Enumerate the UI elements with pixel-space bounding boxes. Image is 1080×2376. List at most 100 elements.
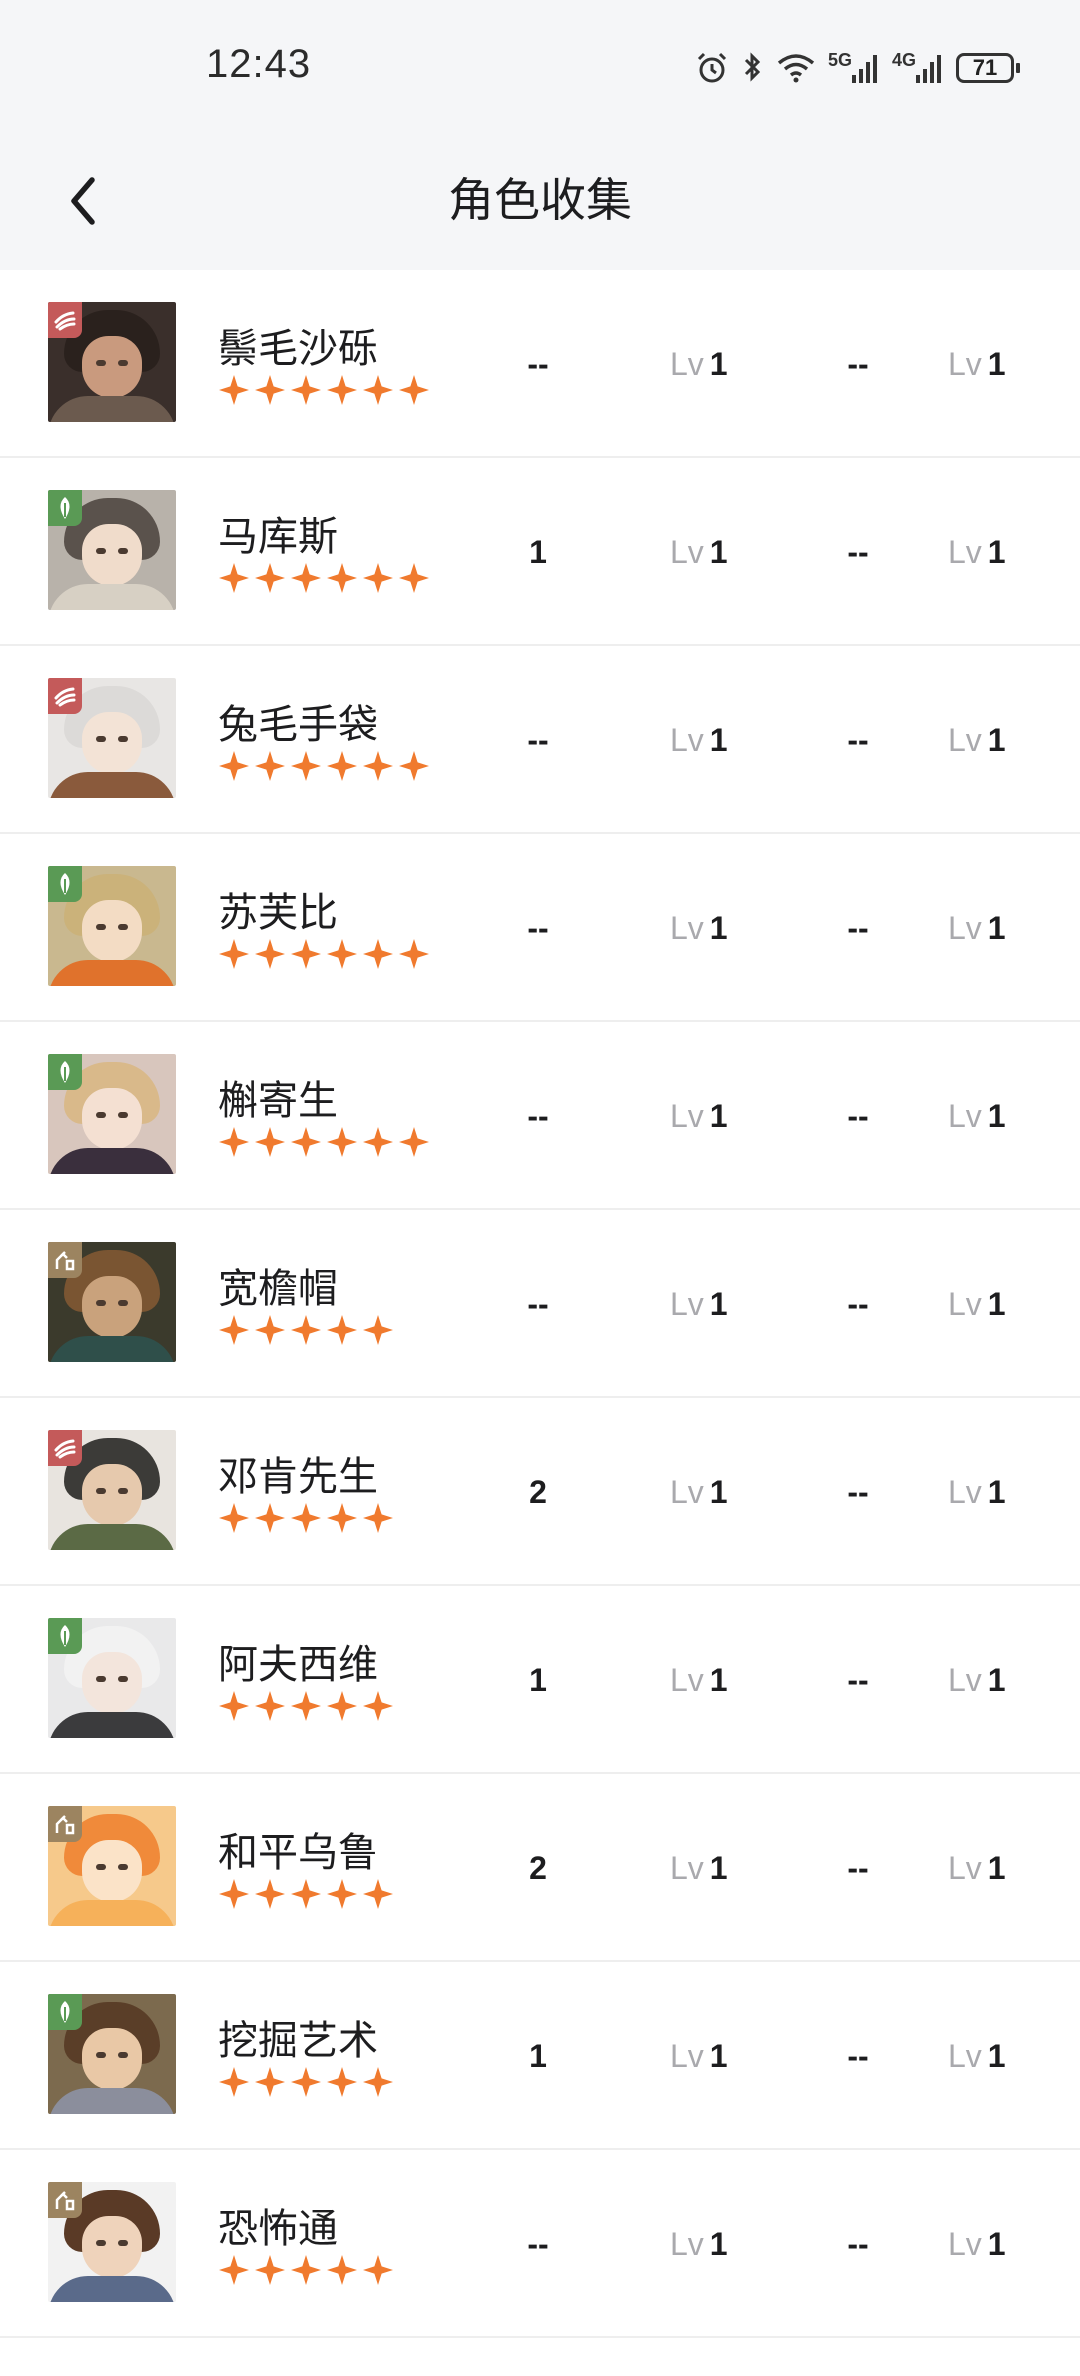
star-icon [327,2067,357,2097]
star-icon [219,751,249,781]
character-avatar [48,1054,176,1174]
level-prefix: Lv [670,2037,704,2074]
level-number: 1 [987,1285,1006,1322]
character-row[interactable]: 苏芙比 -- Lv 1 -- Lv 1 [0,834,1080,1022]
star-rating [218,750,430,782]
character-avatar [48,678,176,798]
character-name: 阿夫西维 [218,1642,378,1688]
level-number: 1 [987,533,1006,570]
character-name: 邓肯先生 [218,1454,378,1500]
star-icon [255,1691,285,1721]
star-icon [255,2067,285,2097]
character-name: 兔毛手袋 [218,702,378,748]
secondary-value: -- [847,2037,869,2074]
secondary-level-value: Lv 1 [948,2150,1006,2338]
character-row[interactable]: 挖掘艺术 1 Lv 1 -- Lv 1 [0,1962,1080,2150]
class-blade-icon [48,678,82,714]
star-icon [399,1127,429,1157]
character-row[interactable]: 恐怖通 -- Lv 1 -- Lv 1 [0,2150,1080,2338]
character-avatar [48,1430,176,1550]
level-prefix: Lv [948,909,982,946]
class-leaf-icon [48,866,82,902]
signal-4g-icon: 4G [892,50,944,83]
rank-value: -- [527,909,549,946]
level-value: Lv 1 [670,1022,728,1210]
star-icon [255,1315,285,1345]
character-name: 鬃毛沙砾 [218,326,378,372]
star-icon [327,2255,357,2285]
level-prefix: Lv [670,1285,704,1322]
star-icon [363,1879,393,1909]
character-name: 恐怖通 [218,2206,338,2252]
star-icon [399,563,429,593]
level-prefix: Lv [948,533,982,570]
star-icon [255,939,285,969]
level-prefix: Lv [670,1849,704,1886]
character-row[interactable]: 兔毛手袋 -- Lv 1 -- Lv 1 [0,646,1080,834]
star-icon [219,1127,249,1157]
level-prefix: Lv [948,2037,982,2074]
level-prefix: Lv [670,345,704,382]
star-icon [291,1691,321,1721]
secondary-level-value: Lv 1 [948,270,1006,458]
level-value: Lv 1 [670,1962,728,2150]
character-row[interactable]: 阿夫西维 1 Lv 1 -- Lv 1 [0,1586,1080,1774]
character-name: 马库斯 [218,514,338,560]
star-icon [291,751,321,781]
level-number: 1 [709,1473,728,1510]
status-time: 12:43 [206,42,312,86]
star-icon [291,563,321,593]
rank-value: 2 [529,1849,547,1886]
star-icon [255,2255,285,2285]
character-avatar [48,1242,176,1362]
character-row[interactable]: 宽檐帽 -- Lv 1 -- Lv 1 [0,1210,1080,1398]
character-row[interactable]: 邓肯先生 2 Lv 1 -- Lv 1 [0,1398,1080,1586]
star-icon [255,375,285,405]
secondary-value: -- [847,721,869,758]
level-value: Lv 1 [670,2150,728,2338]
character-row[interactable]: 和平乌鲁 2 Lv 1 -- Lv 1 [0,1774,1080,1962]
secondary-value: -- [847,345,869,382]
level-prefix: Lv [670,909,704,946]
star-rating [218,2254,394,2286]
star-icon [291,1879,321,1909]
level-prefix: Lv [948,1661,982,1698]
level-number: 1 [709,721,728,758]
star-icon [255,751,285,781]
character-name: 苏芙比 [218,890,338,936]
bluetooth-icon [744,52,761,82]
level-prefix: Lv [948,1473,982,1510]
star-icon [399,751,429,781]
star-icon [291,2255,321,2285]
nav-bar: 角色收集 [0,136,1080,270]
character-row[interactable]: 槲寄生 -- Lv 1 -- Lv 1 [0,1022,1080,1210]
star-icon [291,2067,321,2097]
character-row[interactable]: 马库斯 1 Lv 1 -- Lv 1 [0,458,1080,646]
character-list: 鬃毛沙砾 -- Lv1 -- Lv1 马库斯 1 Lv1 -- Lv1 [0,270,1080,2338]
character-avatar [48,302,176,422]
signal-5g-icon: 5G [828,50,880,83]
class-leaf-icon [48,1618,82,1654]
status-icons: 5G 4G 71 [694,46,1021,90]
star-icon [327,1691,357,1721]
secondary-value: -- [847,533,869,570]
star-icon [255,1503,285,1533]
star-icon [255,1879,285,1909]
rank-value: -- [527,721,549,758]
character-avatar [48,866,176,986]
star-rating [218,1690,394,1722]
character-row[interactable]: 鬃毛沙砾 -- Lv 1 -- Lv 1 [0,270,1080,458]
rank-value: -- [527,1097,549,1134]
level-value: Lv 1 [670,646,728,834]
secondary-value: -- [847,1661,869,1698]
level-value: Lv 1 [670,1398,728,1586]
level-prefix: Lv [670,533,704,570]
secondary-level-value: Lv 1 [948,1586,1006,1774]
star-icon [363,1691,393,1721]
star-rating [218,938,430,970]
star-icon [327,939,357,969]
secondary-level-value: Lv 1 [948,646,1006,834]
level-number: 1 [987,2037,1006,2074]
character-name: 宽檐帽 [218,1266,338,1312]
character-name: 槲寄生 [218,1078,338,1124]
